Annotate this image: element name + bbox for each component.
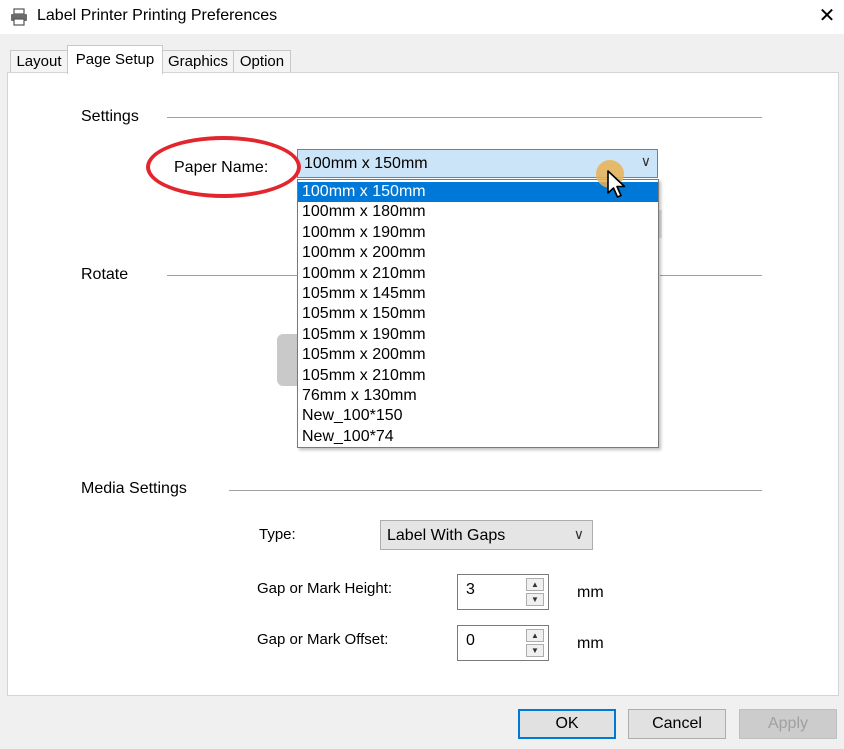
paper-option[interactable]: New_100*150 — [298, 406, 658, 426]
gap-height-unit: mm — [577, 584, 604, 601]
paper-option[interactable]: 100mm x 200mm — [298, 243, 658, 263]
rotate-divider-right — [660, 275, 762, 276]
gap-height-stepper[interactable]: 3 ▲ ▼ — [457, 574, 549, 610]
spin-up-icon[interactable]: ▲ — [526, 578, 544, 591]
paper-name-select-value: 100mm x 150mm — [304, 155, 428, 172]
paper-option[interactable]: 76mm x 130mm — [298, 386, 658, 406]
close-icon[interactable]: ✕ — [812, 3, 842, 29]
ok-button[interactable]: OK — [518, 709, 616, 739]
paper-option[interactable]: 105mm x 200mm — [298, 345, 658, 365]
spin-down-icon[interactable]: ▼ — [526, 644, 544, 657]
annotation-circle — [146, 136, 301, 198]
settings-heading: Settings — [81, 108, 139, 125]
chevron-down-icon: ∨ — [573, 526, 584, 542]
settings-divider — [167, 117, 762, 118]
paper-option[interactable]: 105mm x 210mm — [298, 366, 658, 386]
cancel-button[interactable]: Cancel — [628, 709, 726, 739]
paper-option[interactable]: New_100*74 — [298, 427, 658, 447]
tab-graphics[interactable]: Graphics — [162, 50, 234, 73]
media-settings-heading: Media Settings — [81, 480, 187, 497]
paper-option[interactable]: 100mm x 180mm — [298, 202, 658, 222]
type-select[interactable]: Label With Gaps ∨ — [380, 520, 593, 550]
rotate-heading: Rotate — [81, 266, 129, 283]
paper-option[interactable]: 105mm x 145mm — [298, 284, 658, 304]
mouse-cursor-icon — [607, 170, 626, 198]
apply-button[interactable]: Apply — [739, 709, 837, 739]
gap-height-label: Gap or Mark Height: — [257, 580, 393, 597]
paper-option[interactable]: 105mm x 150mm — [298, 304, 658, 324]
gap-height-spin-buttons: ▲ ▼ — [526, 578, 544, 606]
media-settings-divider — [229, 490, 762, 491]
tab-layout[interactable]: Layout — [10, 50, 68, 73]
tab-page-setup[interactable]: Page Setup — [67, 45, 163, 74]
type-select-value: Label With Gaps — [387, 527, 506, 544]
gap-offset-spin-buttons: ▲ ▼ — [526, 629, 544, 657]
type-label: Type: — [259, 526, 296, 543]
gap-offset-stepper[interactable]: 0 ▲ ▼ — [457, 625, 549, 661]
printer-icon — [11, 8, 27, 26]
window-title: Label Printer Printing Preferences — [37, 7, 278, 24]
paper-option[interactable]: 100mm x 190mm — [298, 223, 658, 243]
tab-option[interactable]: Option — [233, 50, 291, 73]
paper-option[interactable]: 105mm x 190mm — [298, 325, 658, 345]
paper-name-dropdown-list[interactable]: 100mm x 150mm 100mm x 180mm 100mm x 190mm 1… — [297, 179, 659, 448]
spin-up-icon[interactable]: ▲ — [526, 629, 544, 642]
spin-down-icon[interactable]: ▼ — [526, 593, 544, 606]
gap-offset-value: 0 — [466, 632, 475, 649]
gap-height-value: 3 — [466, 581, 475, 598]
rotate-divider-left — [167, 275, 297, 276]
chevron-down-icon: ∨ — [640, 153, 651, 169]
paper-option[interactable]: 100mm x 210mm — [298, 264, 658, 284]
gap-offset-unit: mm — [577, 635, 604, 652]
gap-offset-label: Gap or Mark Offset: — [257, 631, 389, 648]
